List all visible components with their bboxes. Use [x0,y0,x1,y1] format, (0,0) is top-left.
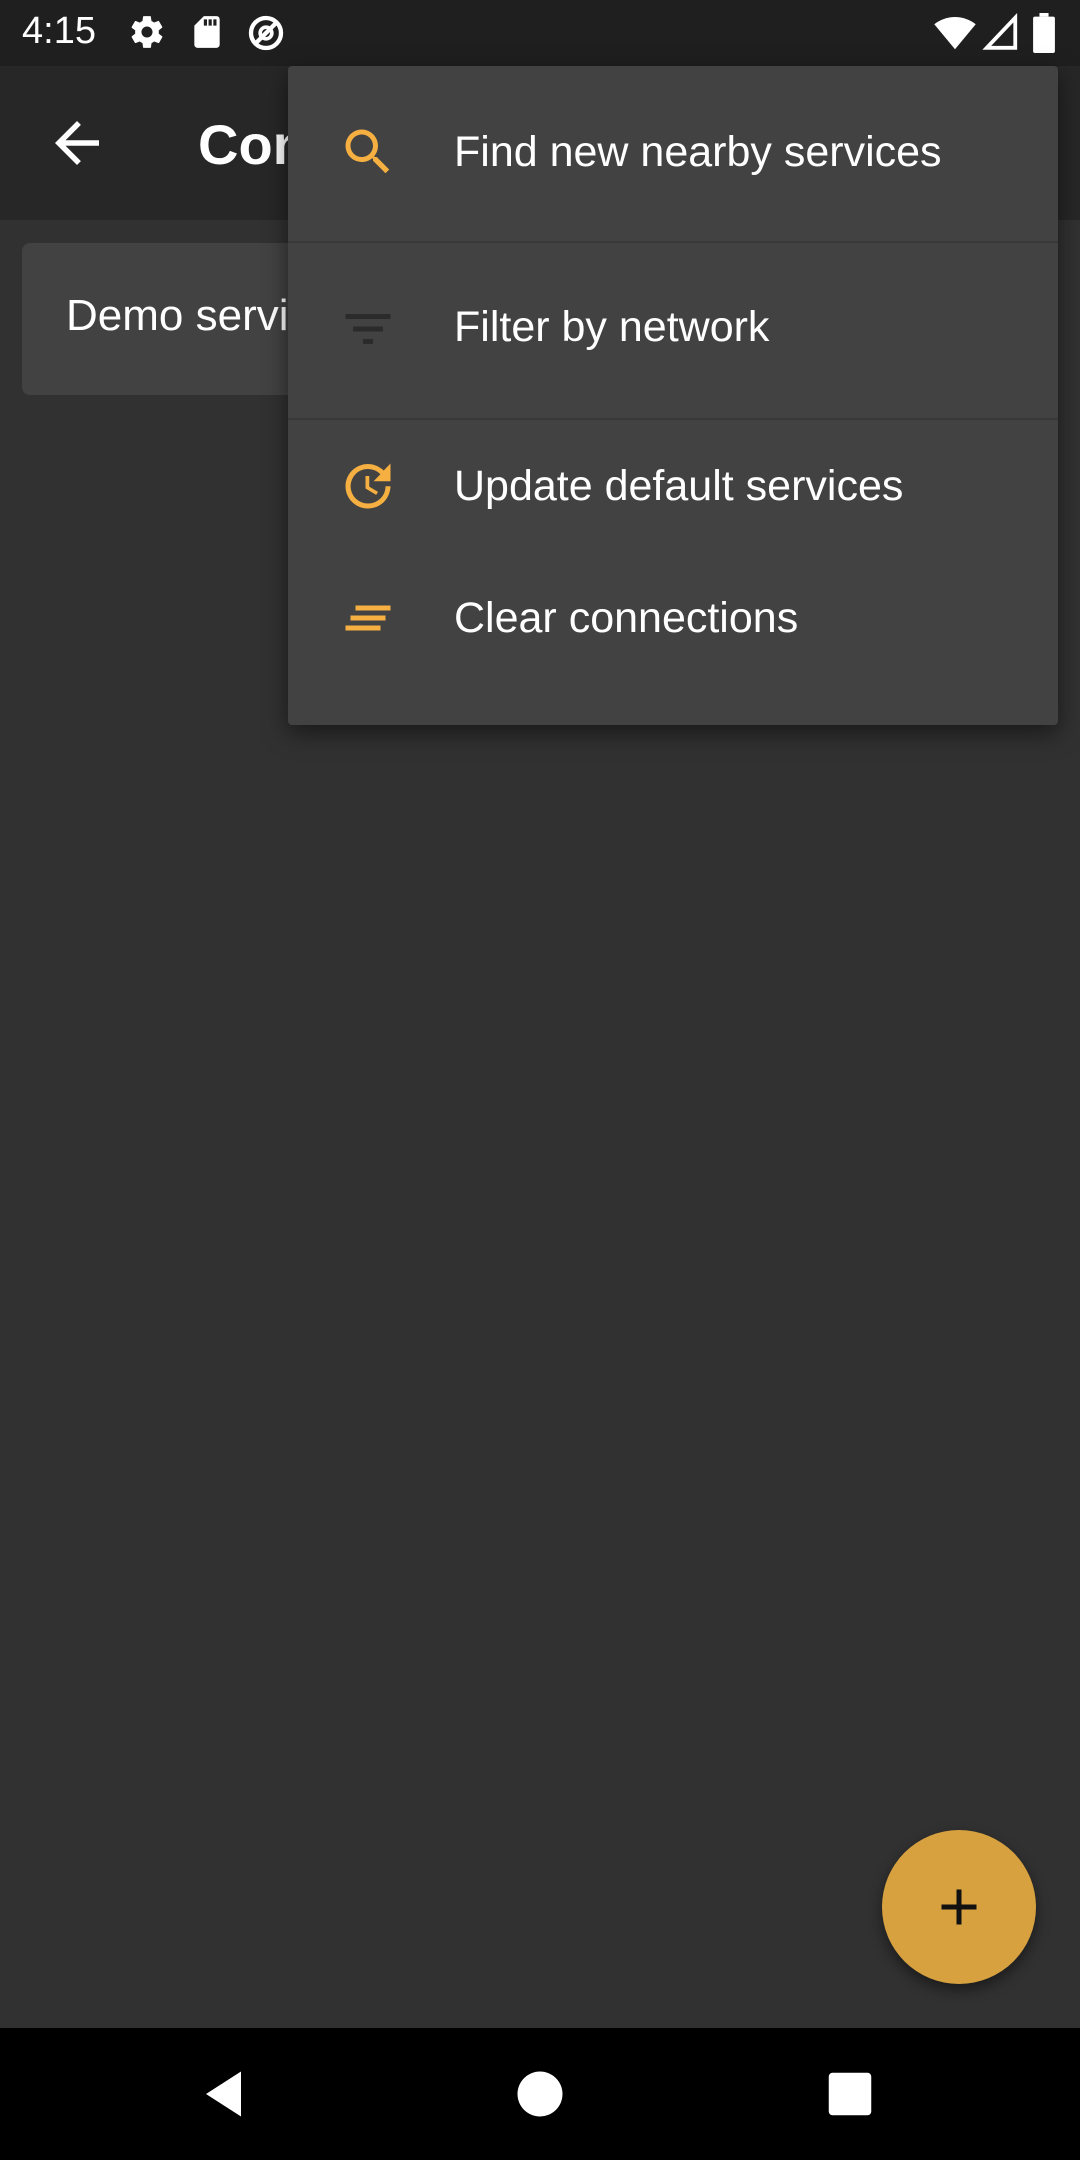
signal-icon [982,12,1020,56]
wifi-icon [934,13,976,56]
vpn-icon [246,13,286,58]
menu-item-label: Find new nearby services [454,128,942,176]
sd-card-icon [188,13,226,56]
clear-all-icon [338,588,398,653]
status-time: 4:15 [22,10,96,52]
menu-item-clear-connections[interactable]: Clear connections [288,554,1058,684]
navigation-bar [0,2028,1080,2160]
nav-back-icon[interactable] [196,2064,256,2129]
menu-item-filter-network[interactable]: Filter by network [288,243,1058,418]
menu-item-update-defaults[interactable]: Update default services [288,420,1058,554]
add-service-button[interactable] [882,1830,1036,1984]
nav-home-icon[interactable] [510,2064,570,2129]
plus-icon [941,1889,977,1925]
service-card-label: Demo servi [66,291,289,340]
nav-recents-icon[interactable] [820,2064,880,2129]
menu-item-label: Update default services [454,462,904,510]
status-bar: 4:15 [0,0,1080,66]
overflow-menu: Find new nearby services Filter by netwo… [288,66,1058,725]
update-clock-icon [338,456,398,521]
search-icon [338,122,398,187]
arrow-back-icon[interactable] [44,110,110,176]
menu-item-find-nearby[interactable]: Find new nearby services [288,66,1058,241]
menu-item-label: Filter by network [454,303,770,351]
battery-icon [1032,13,1056,58]
menu-item-label: Clear connections [454,594,799,642]
filter-icon [338,299,398,364]
gear-icon [128,13,166,56]
